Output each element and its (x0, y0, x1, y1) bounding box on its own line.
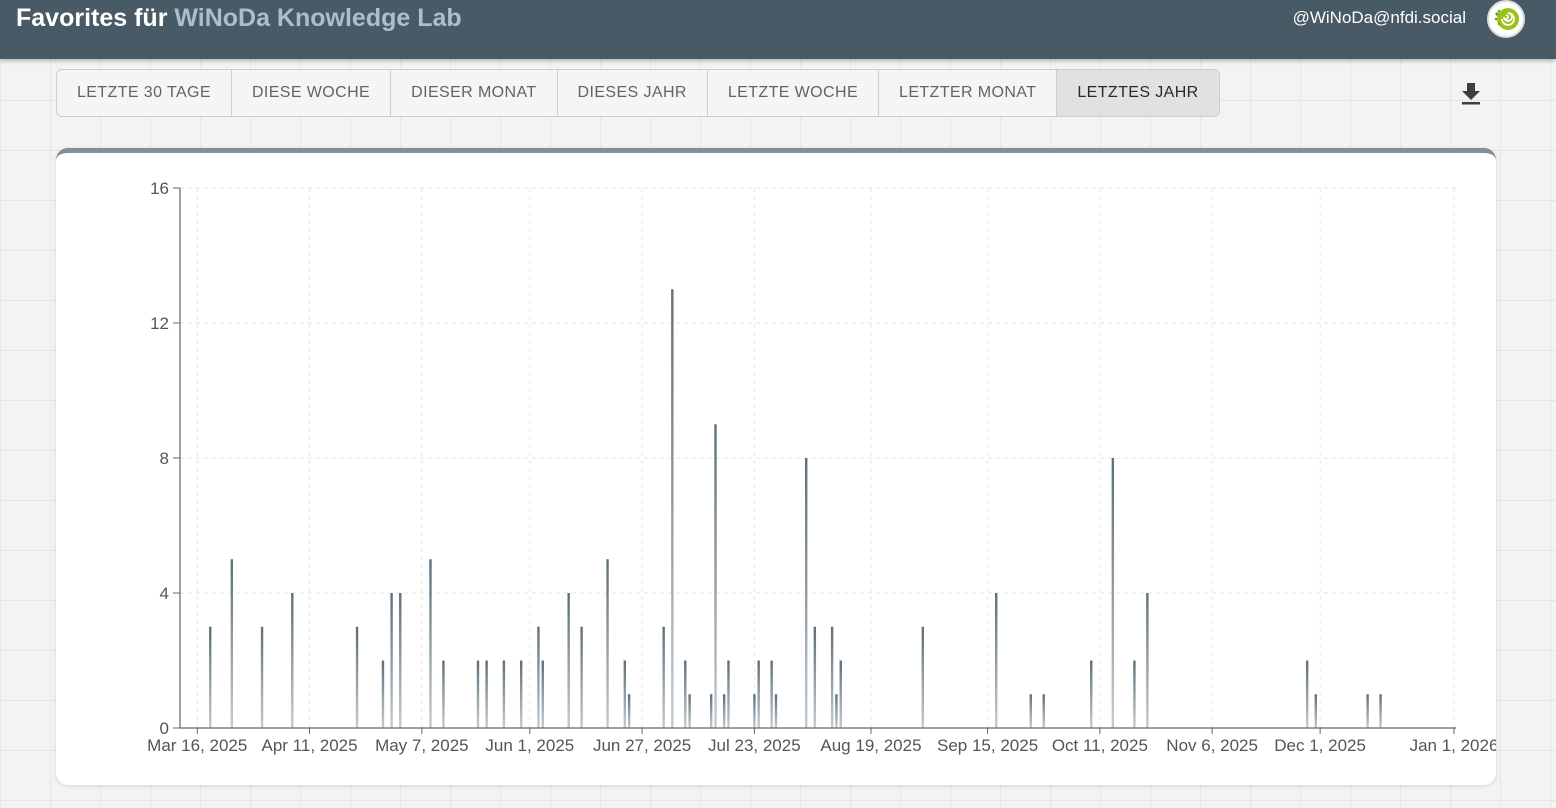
avatar[interactable] (1487, 0, 1525, 38)
chart-bar (805, 458, 808, 728)
x-tick-label: Oct 11, 2025 (1052, 736, 1148, 755)
chart-bar (1111, 458, 1115, 728)
chart-bar (429, 559, 432, 728)
chart-bar (671, 289, 674, 728)
chart-bar (291, 593, 294, 728)
chart-bar (485, 660, 488, 728)
chart-bar (722, 694, 726, 728)
x-tick-label: Aug 19, 2025 (820, 736, 921, 755)
chart-bar (390, 593, 393, 728)
y-tick-label: 4 (160, 584, 169, 603)
y-tick-label: 16 (150, 179, 169, 198)
chart-bar (381, 660, 385, 728)
tab-letzte-30-tage[interactable]: LETZTE 30 TAGE (57, 70, 232, 116)
chart-bar (684, 660, 687, 728)
chart-bar (753, 694, 756, 728)
x-tick-label: Mar 16, 2025 (147, 736, 247, 755)
download-icon (1462, 83, 1480, 105)
y-tick-label: 8 (160, 449, 169, 468)
download-button[interactable] (1456, 78, 1486, 108)
x-tick-label: Dec 1, 2025 (1274, 736, 1366, 755)
chart-bar (1042, 694, 1045, 728)
chart-bar (580, 626, 583, 728)
chart-bar (1305, 660, 1309, 728)
x-tick-label: Nov 6, 2025 (1166, 736, 1258, 755)
account-handle: @WiNoDa@nfdi.social (1292, 8, 1466, 27)
chart-bar (627, 694, 631, 728)
chart-bar (1146, 593, 1149, 728)
y-axis-ticks: 0481216 (150, 179, 180, 738)
chart-bar (209, 626, 212, 728)
tab-dieses-jahr[interactable]: DIESES JAHR (558, 70, 708, 116)
x-tick-label: Sep 15, 2025 (937, 736, 1038, 755)
chart-bar (839, 660, 842, 728)
chart-bar (623, 660, 627, 728)
x-tick-label: May 7, 2025 (375, 736, 469, 755)
x-tick-label: Jun 27, 2025 (593, 736, 691, 755)
tab-letzter-monat[interactable]: LETZTER MONAT (879, 70, 1058, 116)
chart-bar (830, 626, 834, 728)
chart-bar (519, 660, 523, 728)
page-title-account-name: WiNoDa Knowledge Lab (174, 4, 462, 32)
chart-bar (1090, 660, 1093, 728)
x-axis-ticks: Mar 16, 2025 Apr 11, 2025 May 7, 2025 Jun 1… (147, 728, 1496, 755)
chart-bar (770, 660, 773, 728)
chart-bar (230, 559, 234, 728)
chart-bar (688, 694, 691, 728)
chart-bar (774, 694, 778, 728)
chart-bar (727, 660, 730, 728)
y-tick-label: 12 (150, 314, 169, 333)
chart-bar (1029, 694, 1032, 728)
chart-bar (502, 660, 506, 728)
chart-bar (355, 626, 359, 728)
x-tick-label: Apr 11, 2025 (262, 736, 358, 755)
chart-bar (399, 593, 402, 728)
chart-bars (209, 289, 1382, 728)
tab-dieser-monat[interactable]: DIESER MONAT (391, 70, 558, 116)
chart-bar (541, 660, 544, 728)
chart-bar (995, 593, 998, 728)
chart-bar (476, 660, 480, 728)
chart-bar (714, 424, 717, 728)
page-title: Favorites für WiNoDa Knowledge Lab (16, 4, 462, 33)
tab-letzte-woche[interactable]: LETZTE WOCHE (708, 70, 880, 116)
chart-bar (1366, 694, 1369, 728)
tab-letztes-jahr[interactable]: LETZTES JAHR (1057, 70, 1219, 116)
chart-card: 0 4 8 12 16 Mar 16, 2025 Apr 11, 2025 May 7, 2… (56, 148, 1496, 785)
chart-bar (921, 626, 925, 728)
x-tick-label: Jan 1, 2026 (1410, 736, 1496, 755)
chart-bar (757, 660, 760, 728)
top-app-bar: Favorites für WiNoDa Knowledge Lab @WiNo… (0, 0, 1556, 59)
chart-axes (179, 188, 1456, 729)
x-tick-label: Jul 23, 2025 (708, 736, 801, 755)
chart-bar (442, 660, 445, 728)
chart-bar (1379, 694, 1382, 728)
x-tick-label: Jun 1, 2025 (485, 736, 574, 755)
page-title-prefix: Favorites für (16, 4, 175, 32)
chart-bar (813, 626, 817, 728)
tab-diese-woche[interactable]: DIESE WOCHE (232, 70, 392, 116)
chart-grid (180, 187, 1456, 728)
chart-bar (260, 626, 264, 728)
time-range-tabs: LETZTE 30 TAGE DIESE WOCHE DIESER MONAT … (56, 69, 1220, 117)
chart-bar (1133, 660, 1136, 728)
chart-bar (709, 694, 713, 728)
snail-logo-icon (1490, 3, 1522, 35)
chart-bar (662, 626, 665, 728)
favorites-chart: 0481216 Mar 16, 2025 Apr 11, 2025 May 7, 2… (147, 179, 1496, 755)
chart-bar (537, 626, 540, 728)
chart-bar (1314, 694, 1318, 728)
chart-bar (835, 694, 838, 728)
chart-bar (567, 593, 570, 728)
chart-bar (606, 559, 609, 728)
